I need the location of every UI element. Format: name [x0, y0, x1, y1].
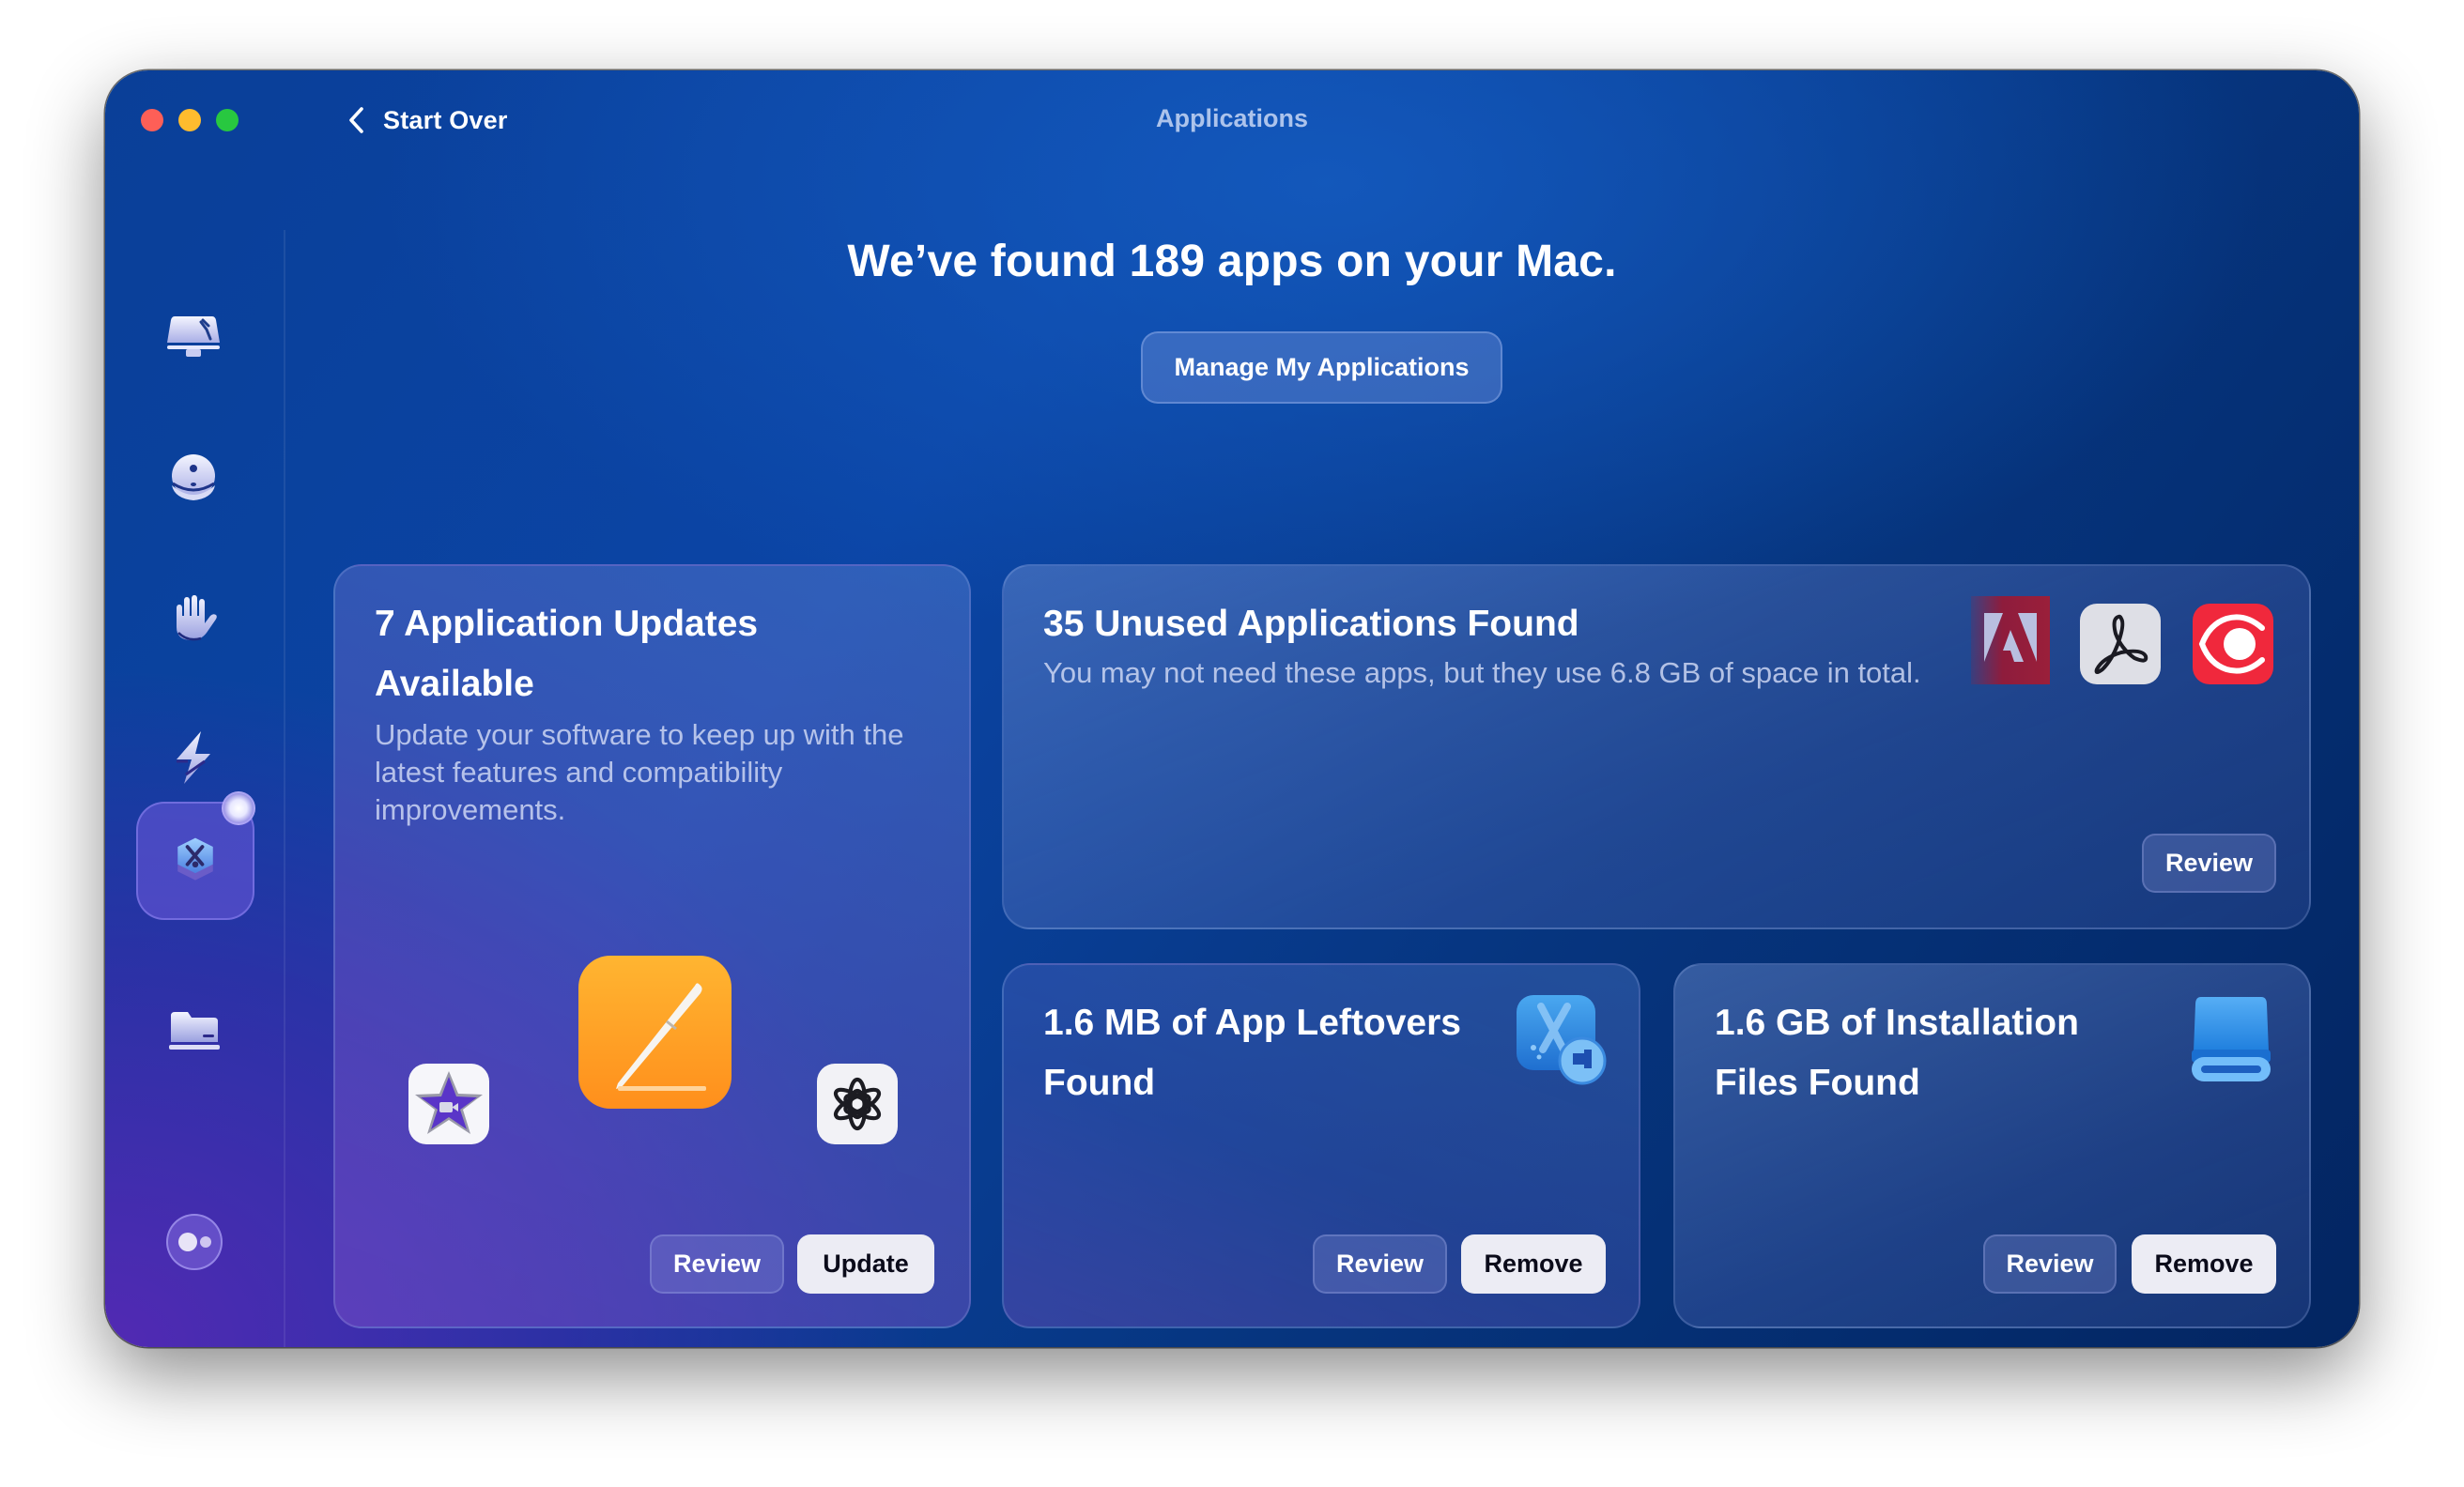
updates-title: 7 Application Updates Available [375, 594, 758, 714]
sidebar-item-cleanup[interactable] [160, 305, 227, 373]
app-window: Start Over Applications We’ve found 189 … [105, 70, 2359, 1347]
unused-review-button[interactable]: Review [2142, 834, 2276, 893]
leftovers-review-button[interactable]: Review [1313, 1234, 1447, 1294]
sidebar-item-protection[interactable] [160, 444, 227, 512]
sidebar-item-my-clutter[interactable] [160, 999, 227, 1066]
folder-icon [169, 1012, 220, 1050]
protection-icon [172, 454, 215, 500]
installs-title: 1.6 GB of Installation Files Found [1715, 993, 2079, 1113]
pages-app-icon [578, 956, 732, 1109]
sidebar-divider [284, 230, 285, 1347]
unused-title: 35 Unused Applications Found [1043, 604, 1579, 644]
installation-drive-icon [2190, 995, 2272, 1085]
installs-title-line2: Files Found [1715, 1063, 1920, 1103]
manage-applications-button[interactable]: Manage My Applications [1141, 331, 1502, 404]
headline: We’ve found 189 apps on your Mac. [847, 237, 1617, 286]
sidebar-item-privacy[interactable] [160, 584, 227, 652]
adobe-creative-cloud-app-icon [1971, 596, 2050, 684]
applications-icon [177, 837, 213, 881]
chatgpt-app-icon [817, 1064, 898, 1144]
installs-review-button[interactable]: Review [1983, 1234, 2117, 1294]
pdf-expert-app-icon [2193, 604, 2273, 684]
privacy-hand-icon [177, 595, 217, 641]
unused-description: You may not need these apps, but they us… [1043, 656, 1921, 689]
leftovers-remove-button[interactable]: Remove [1461, 1234, 1606, 1294]
imovie-app-icon [408, 1064, 489, 1144]
unused-apps-card: 35 Unused Applications Found You may not… [1002, 564, 2311, 929]
update-button[interactable]: Update [797, 1234, 934, 1294]
assistant-button[interactable] [166, 1214, 223, 1270]
updates-review-button[interactable]: Review [650, 1234, 784, 1294]
assistant-icon [178, 1233, 197, 1251]
updates-description: Update your software to keep up with the… [375, 718, 904, 826]
notification-badge [222, 791, 255, 825]
performance-bolt-icon [177, 731, 210, 784]
window-title: Applications [1155, 104, 1308, 132]
leftovers-title-line2: Found [1043, 1063, 1156, 1103]
leftovers-title-line1: 1.6 MB of App Leftovers [1043, 1003, 1461, 1043]
updates-card: 7 Application Updates Available Update y… [333, 564, 971, 1328]
updates-title-line2: Available [375, 664, 534, 704]
updates-title-line1: 7 Application Updates [375, 604, 759, 644]
assistant-icon-dot [200, 1236, 211, 1248]
app-leftovers-icon [1517, 995, 1609, 1087]
leftovers-card: 1.6 MB of App Leftovers Found Review Rem… [1002, 963, 1640, 1328]
leftovers-title: 1.6 MB of App Leftovers Found [1043, 993, 1461, 1113]
installation-files-card: 1.6 GB of Installation Files Found Revie… [1673, 963, 2311, 1328]
sidebar-item-performance[interactable] [160, 724, 227, 791]
installs-remove-button[interactable]: Remove [2132, 1234, 2276, 1294]
installs-title-line1: 1.6 GB of Installation [1715, 1003, 2079, 1043]
cleanup-icon [167, 316, 220, 357]
adobe-acrobat-app-icon [2080, 604, 2161, 684]
